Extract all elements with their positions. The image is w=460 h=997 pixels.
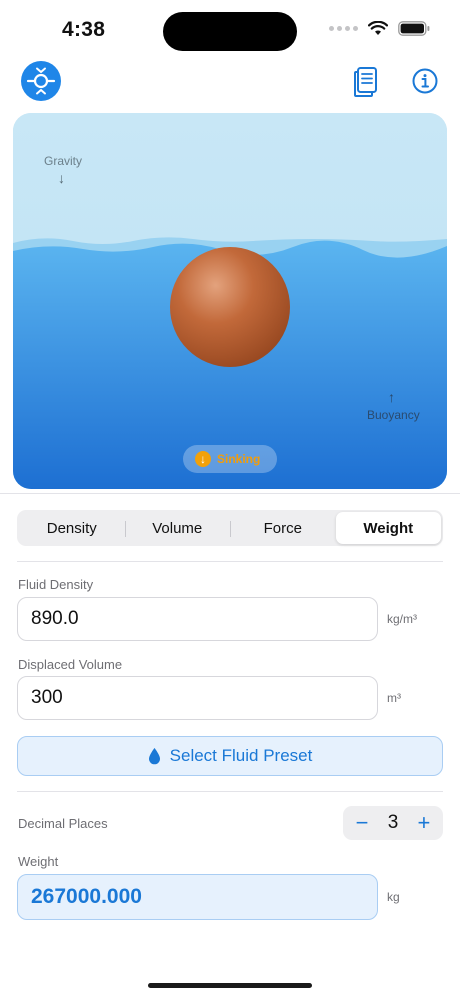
- battery-icon: [398, 21, 430, 36]
- decimal-places-stepper: − 3 +: [343, 806, 443, 840]
- result-label: Weight: [18, 854, 59, 869]
- decimal-places-value: 3: [387, 812, 399, 833]
- select-fluid-preset-button[interactable]: Select Fluid Preset: [17, 736, 443, 776]
- documentation-button[interactable]: [352, 66, 380, 98]
- top-bar: [0, 60, 460, 104]
- book-icon: [354, 67, 377, 97]
- divider: [17, 791, 443, 792]
- tab-volume[interactable]: Volume: [124, 512, 231, 544]
- gravity-arrow-icon: ↓: [58, 170, 65, 186]
- displaced-volume-input[interactable]: 300: [17, 676, 378, 720]
- displaced-volume-label: Displaced Volume: [18, 657, 123, 672]
- result-value-field[interactable]: 267000.000: [17, 874, 378, 920]
- decimal-places-label: Decimal Places: [18, 816, 108, 831]
- tab-weight[interactable]: Weight: [335, 512, 441, 544]
- drop-icon: [148, 748, 160, 765]
- status-time: 4:38: [62, 18, 106, 41]
- buoyancy-arrow-icon: ↑: [388, 389, 395, 405]
- buoyancy-label: Buoyancy: [367, 408, 420, 422]
- status-bar: 4:38: [0, 0, 460, 60]
- home-indicator[interactable]: [148, 983, 312, 988]
- fluid-density-input[interactable]: 890.0: [17, 597, 378, 641]
- preset-button-label: Select Fluid Preset: [169, 746, 313, 765]
- tab-force[interactable]: Force: [230, 512, 336, 544]
- gravity-label: Gravity: [44, 154, 83, 168]
- simulation-view: Gravity ↓ ↑ Buoyancy ↓ Sinking: [13, 113, 447, 489]
- calculation-mode-picker: Density Volume Force Weight: [17, 510, 443, 546]
- status-icons: [329, 21, 430, 36]
- down-arrow-icon: ↓: [195, 451, 211, 467]
- info-icon: [412, 68, 438, 94]
- fluid-density-label: Fluid Density: [18, 577, 94, 592]
- increment-button[interactable]: +: [415, 812, 433, 834]
- displaced-volume-unit: m³: [387, 691, 401, 705]
- status-badge: ↓ Sinking: [183, 445, 277, 473]
- cellular-signal-icon: [329, 26, 358, 31]
- buoyancy-logo-icon: [26, 67, 56, 95]
- tab-density[interactable]: Density: [19, 512, 125, 544]
- divider: [17, 561, 443, 562]
- dynamic-island: [163, 12, 297, 51]
- app-logo[interactable]: [21, 61, 61, 101]
- status-text: Sinking: [217, 452, 261, 466]
- sinking-sphere: [170, 247, 290, 367]
- info-button[interactable]: [411, 67, 439, 95]
- result-unit: kg: [387, 890, 400, 904]
- divider: [0, 493, 460, 494]
- fluid-density-unit: kg/m³: [387, 612, 417, 626]
- decrement-button[interactable]: −: [353, 812, 371, 834]
- simulation-canvas: [13, 113, 447, 489]
- wifi-icon: [368, 21, 388, 35]
